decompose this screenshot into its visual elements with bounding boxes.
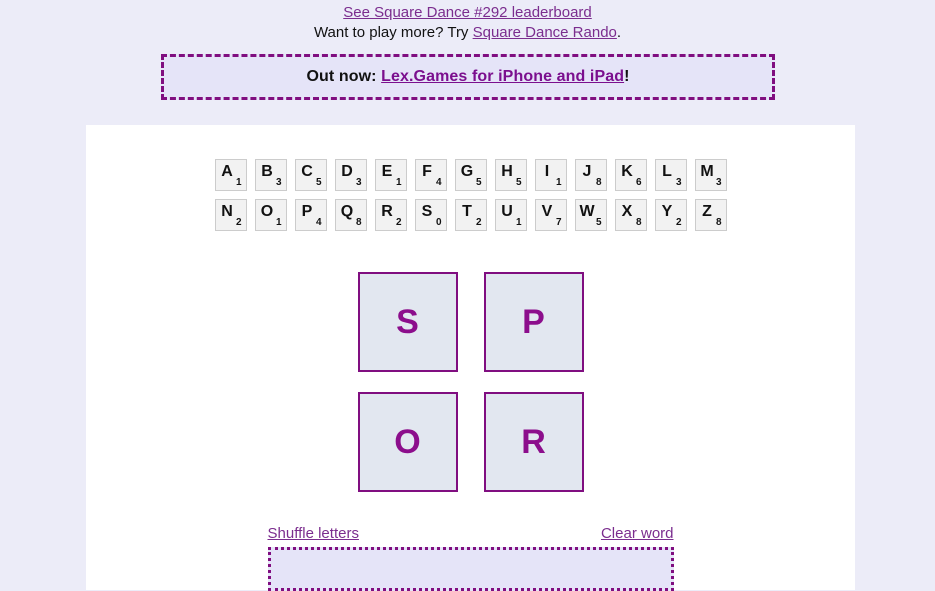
value-tile-score: 2 (675, 217, 682, 228)
value-tile-score: 1 (555, 177, 562, 188)
value-tile-s: S0 (414, 199, 447, 231)
value-tile-score: 1 (235, 177, 242, 188)
value-tile-score: 0 (435, 217, 442, 228)
value-tile-score: 8 (715, 217, 722, 228)
value-tile-e: E1 (374, 159, 407, 191)
value-tile-v: V7 (534, 199, 567, 231)
clear-word-link[interactable]: Clear word (601, 525, 674, 542)
value-tile-score: 4 (315, 217, 322, 228)
value-tile-m: M3 (694, 159, 727, 191)
play-more-suffix: . (616, 24, 622, 41)
top-links: See Square Dance #292 leaderboard Want t… (0, 0, 935, 43)
promo-prefix: Out now: (306, 68, 382, 85)
value-tile-score: 3 (675, 177, 682, 188)
game-card: A1 B3 C5 D3 E1 F4 G5 H5 I1 J8 K6 L3 M3 N… (86, 125, 855, 591)
value-tile-j: J8 (574, 159, 607, 191)
board-tile-1[interactable]: P (483, 272, 584, 372)
board-tile-0[interactable]: S (357, 272, 458, 372)
value-tile-t: T2 (454, 199, 487, 231)
value-tile-score: 2 (475, 217, 482, 228)
promo-banner[interactable]: Out now: Lex.Games for iPhone and iPad! (161, 54, 775, 100)
square-dance-rando-link[interactable]: Square Dance Rando (473, 24, 617, 41)
value-tile-score: 2 (395, 217, 402, 228)
value-tile-l: L3 (654, 159, 687, 191)
value-tile-score: 5 (315, 177, 322, 188)
leaderboard-line: See Square Dance #292 leaderboard (0, 3, 935, 23)
shuffle-letters-link[interactable]: Shuffle letters (268, 525, 359, 542)
value-tile-r: R2 (374, 199, 407, 231)
value-tile-h: H5 (494, 159, 527, 191)
value-tile-score: 3 (715, 177, 722, 188)
value-tile-p: P4 (294, 199, 327, 231)
promo-text: Out now: Lex.Games for iPhone and iPad! (306, 68, 629, 86)
value-tile-score: 3 (355, 177, 362, 188)
letter-value-row-1: A1 B3 C5 D3 E1 F4 G5 H5 I1 J8 K6 L3 M3 (86, 159, 855, 191)
play-more-line: Want to play more? Try Square Dance Rand… (0, 23, 935, 43)
lex-games-link[interactable]: Lex.Games for iPhone and iPad (381, 68, 624, 85)
value-tile-i: I1 (534, 159, 567, 191)
value-tile-q: Q8 (334, 199, 367, 231)
value-tile-k: K6 (614, 159, 647, 191)
value-tile-score: 5 (515, 177, 522, 188)
value-tile-w: W5 (574, 199, 607, 231)
value-tile-score: 2 (235, 217, 242, 228)
value-tile-g: G5 (454, 159, 487, 191)
promo-banner-wrapper: Out now: Lex.Games for iPhone and iPad! (0, 54, 935, 100)
play-more-prefix: Want to play more? Try (313, 24, 473, 41)
value-tile-score: 5 (595, 217, 602, 228)
value-tile-n: N2 (214, 199, 247, 231)
value-tile-a: A1 (214, 159, 247, 191)
value-tile-score: 7 (555, 217, 562, 228)
promo-suffix: ! (624, 68, 630, 85)
value-tile-c: C5 (294, 159, 327, 191)
value-tile-y: Y2 (654, 199, 687, 231)
letter-value-legend: A1 B3 C5 D3 E1 F4 G5 H5 I1 J8 K6 L3 M3 N… (86, 125, 855, 231)
value-tile-f: F4 (414, 159, 447, 191)
board-tile-2[interactable]: O (357, 392, 458, 492)
value-tile-score: 1 (275, 217, 282, 228)
leaderboard-link[interactable]: See Square Dance #292 leaderboard (343, 4, 592, 21)
value-tile-score: 8 (595, 177, 602, 188)
value-tile-u: U1 (494, 199, 527, 231)
letter-value-row-2: N2 O1 P4 Q8 R2 S0 T2 U1 V7 W5 X8 Y2 Z8 (86, 199, 855, 231)
board-tile-3[interactable]: R (483, 392, 584, 492)
value-tile-score: 4 (435, 177, 442, 188)
value-tile-score: 1 (395, 177, 402, 188)
value-tile-score: 8 (355, 217, 362, 228)
board-actions: Shuffle letters Clear word (268, 492, 674, 542)
letter-board: S P O R (357, 239, 584, 492)
word-input[interactable] (267, 547, 674, 591)
value-tile-score: 5 (475, 177, 482, 188)
value-tile-o: O1 (254, 199, 287, 231)
value-tile-x: X8 (614, 199, 647, 231)
value-tile-score: 1 (515, 217, 522, 228)
value-tile-score: 6 (635, 177, 642, 188)
value-tile-score: 3 (275, 177, 282, 188)
value-tile-score: 8 (635, 217, 642, 228)
value-tile-z: Z8 (694, 199, 727, 231)
value-tile-b: B3 (254, 159, 287, 191)
value-tile-d: D3 (334, 159, 367, 191)
